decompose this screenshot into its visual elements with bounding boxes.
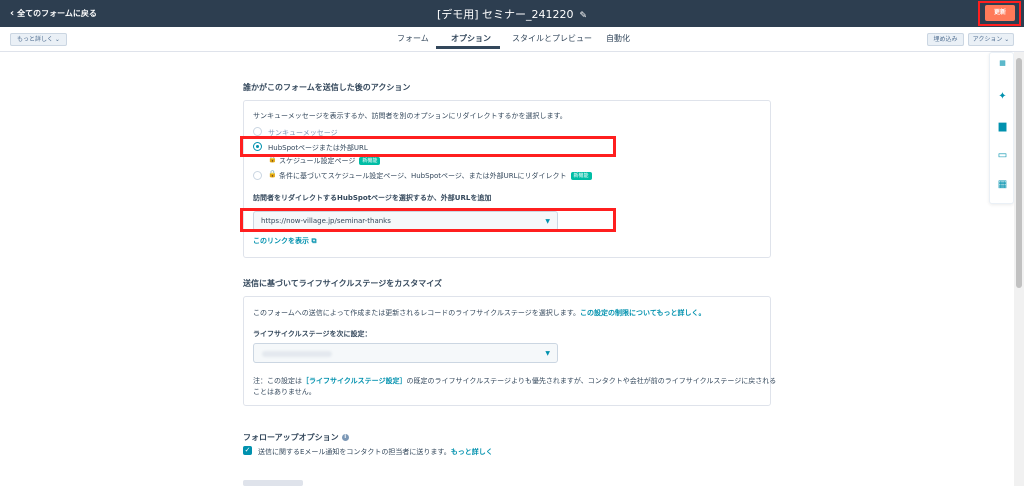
form-title[interactable]: [デモ用] セミナー_241220 ✎ [0, 6, 1024, 22]
lifecycle-description: このフォームへの送信によって作成または更新されるレコードのライフサイクルステージ… [253, 309, 706, 317]
chat-icon[interactable]: ▆ [990, 121, 1015, 132]
after-submit-title: 誰かがこのフォームを送信した後のアクション [243, 83, 411, 92]
radio-thank-you[interactable] [253, 127, 262, 136]
actions-dropdown[interactable]: アクション ⌄ [968, 33, 1014, 46]
lifecycle-settings-link[interactable]: ［ライフサイクルステージ設定］ [302, 377, 407, 385]
blurred-value [262, 351, 332, 357]
scrollbar-thumb[interactable] [1016, 58, 1022, 288]
followup-learn-more-link[interactable]: もっと詳しく [451, 448, 493, 456]
redirect-field-label: 訪問者をリダイレクトするHubSpotページを選択するか、外部URLを追加 [253, 194, 492, 202]
notify-owner-checkbox[interactable]: ✓ [243, 446, 252, 455]
highlight-radio [240, 136, 616, 157]
scrollbar[interactable] [1014, 52, 1024, 486]
lifecycle-note-line2: ことはありません。 [253, 388, 316, 396]
after-submit-description: サンキューメッセージを表示するか、訪問者を別のオプションにリダイレクトするかを選… [253, 112, 567, 120]
form-title-text: [デモ用] セミナー_241220 [436, 8, 574, 21]
lock-icon: 🔒 [268, 170, 277, 178]
show-link[interactable]: このリンクを表示 ⧉ [253, 236, 316, 246]
window-icon[interactable]: ▭ [990, 150, 1015, 161]
lifecycle-note: 注：この設定は［ライフサイクルステージ設定］の既定のライフサイクルステージよりも… [253, 377, 777, 385]
sparkle-icon[interactable]: ✦ [990, 91, 1015, 102]
caret-down-icon: ▼ [545, 350, 550, 357]
update-button[interactable]: 更新 [985, 5, 1015, 21]
tab-automation[interactable]: 自動化 [606, 33, 630, 44]
active-tab-indicator [436, 46, 500, 49]
pencil-icon[interactable]: ✎ [580, 11, 588, 21]
right-rail: ▦ ✦ ▆ ▭ ▦ [989, 52, 1014, 204]
grid-icon[interactable]: ▦ [990, 59, 1015, 67]
lifecycle-stage-select[interactable]: ▼ [253, 343, 558, 363]
lifecycle-title: 送信に基づいてライフサイクルステージをカスタマイズ [243, 279, 442, 288]
notify-owner-label: 送信に関するEメール通知をコンタクトの担当者に送ります。もっと詳しく [258, 448, 493, 456]
lifecycle-field-label: ライフサイクルステージを次に設定： [253, 330, 372, 338]
new-badge: 新機能 [570, 172, 592, 180]
main-content: 誰かがこのフォームを送信した後のアクション サンキューメッセージを表示するか、訪… [0, 52, 1014, 486]
new-badge: 新機能 [359, 157, 381, 165]
tab-style-preview[interactable]: スタイルとプレビュー [512, 33, 592, 44]
lifecycle-limits-link[interactable]: この設定の制限についてもっと詳しく。 [580, 309, 705, 317]
tab-bar: もっと詳しく ⌄ フォーム オプション スタイルとプレビュー 自動化 埋め込み … [0, 27, 1024, 52]
tab-form[interactable]: フォーム [397, 33, 429, 44]
tab-options[interactable]: オプション [451, 33, 491, 44]
embed-button[interactable]: 埋め込み [927, 33, 964, 46]
radio-schedule-label: スケジュール設定ページ 新機能 [279, 156, 381, 166]
learn-more-dropdown[interactable]: もっと詳しく ⌄ [10, 33, 67, 46]
info-icon[interactable]: i [341, 434, 349, 441]
followup-title: フォローアップオプション i [243, 432, 349, 443]
cut-off-section-title [243, 480, 303, 486]
calendar-icon[interactable]: ▦ [990, 179, 1015, 190]
highlight-url [240, 208, 616, 232]
external-link-icon: ⧉ [311, 237, 317, 245]
top-header: ‹ 全てのフォームに戻る [デモ用] セミナー_241220 ✎ 更新 [0, 0, 1024, 27]
radio-conditional-label: 条件に基づいてスケジュール設定ページ、HubSpotページ、または外部URLにリ… [279, 171, 592, 181]
radio-conditional[interactable] [253, 171, 262, 180]
